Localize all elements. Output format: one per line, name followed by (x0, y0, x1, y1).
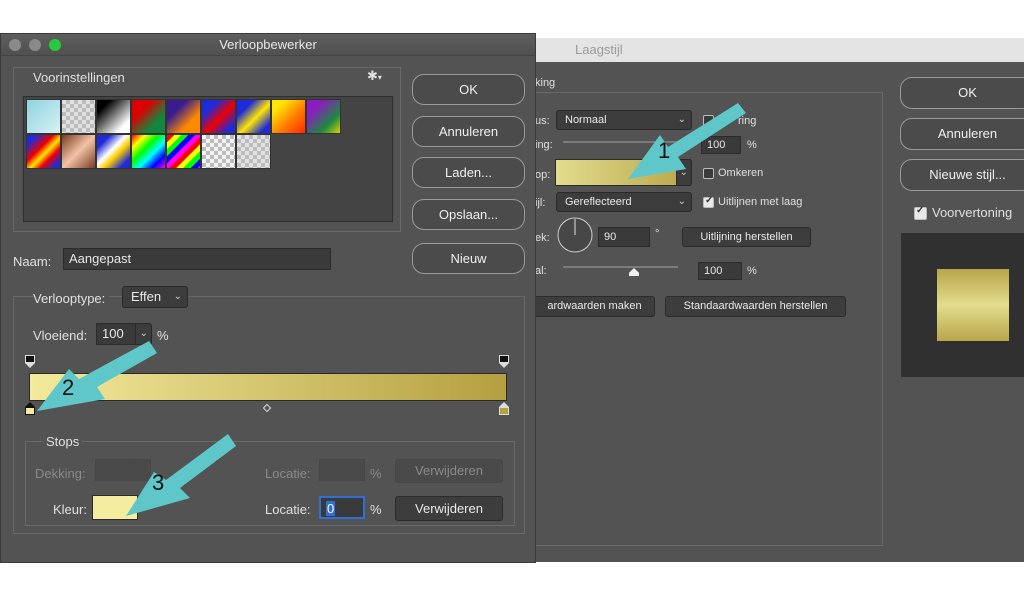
locatie-percent: % (370, 502, 382, 517)
preset-swatch[interactable] (26, 134, 61, 169)
hoek-label: ek: (535, 232, 550, 244)
locatie-field[interactable]: 0 (319, 496, 365, 519)
verlooptype-value: Effen (131, 289, 162, 304)
preset-swatch[interactable] (271, 99, 306, 134)
naam-field[interactable]: Aangepast (63, 248, 331, 270)
schaal-label: al: (535, 265, 547, 277)
preset-swatch[interactable] (96, 99, 131, 134)
close-icon[interactable] (9, 39, 21, 51)
laagstijl-ok-button[interactable]: OK (900, 77, 1024, 109)
preset-swatch[interactable] (131, 99, 166, 134)
preset-swatch[interactable] (201, 134, 236, 169)
annotation-arrow-3 (126, 434, 236, 516)
annotation-number-2: 2 (62, 375, 75, 400)
uitlijnen-checkbox[interactable] (703, 195, 714, 208)
schaal-field[interactable]: 100 (698, 262, 742, 280)
laagstijl-titlebar: Laagstijl (535, 38, 1024, 62)
locatie-percent-top: % (370, 466, 382, 481)
window-title: Verloopbewerker (219, 37, 317, 52)
opslaan-button[interactable]: Opslaan... (412, 199, 525, 230)
chevron-down-icon: ⌄ (173, 291, 182, 302)
preset-swatch[interactable] (201, 99, 236, 134)
preset-grid (23, 96, 393, 222)
locatie-label: Locatie: (265, 502, 311, 517)
annotation-number-3: 3 (152, 470, 165, 495)
color-stop-right[interactable] (499, 402, 509, 415)
verwijderen-button-top[interactable]: Verwijderen (395, 459, 503, 483)
zoom-icon[interactable] (49, 39, 61, 51)
annotation-arrow-2 (37, 341, 157, 411)
preset-swatch[interactable] (236, 134, 271, 169)
preset-swatch[interactable] (236, 99, 271, 134)
verloop-titlebar: Verloopbewerker (1, 34, 535, 56)
stops-label: Stops (43, 434, 83, 449)
preset-swatch[interactable] (96, 134, 131, 169)
gear-icon[interactable]: ✱▾ (367, 68, 382, 84)
verlooptype-dropdown[interactable]: Effen ⌄ (122, 286, 188, 308)
preset-swatch[interactable] (166, 99, 201, 134)
presets-label: Voorinstellingen (33, 70, 125, 85)
locatie-field-top[interactable] (319, 459, 365, 481)
preview-swatch (937, 269, 1009, 341)
laden-button[interactable]: Laden... (412, 157, 525, 188)
group-label: king (535, 77, 556, 89)
annotation-number-1: 1 (658, 138, 671, 163)
verloopbewerker-window: Verloopbewerker Voorinstellingen ✱▾ OK A… (0, 33, 536, 563)
stijl-dropdown[interactable]: Gereflecteerd ⌄ (556, 192, 692, 212)
kleur-label: Kleur: (53, 502, 87, 517)
locatie-value: 0 (326, 501, 336, 516)
ok-button[interactable]: OK (412, 74, 525, 105)
standaardwaarden-maken-button[interactable]: ardwaarden maken (535, 296, 655, 317)
verlooptype-label: Verlooptype: (33, 291, 110, 306)
nieuw-button[interactable]: Nieuw (412, 243, 525, 274)
voorvertoning-checkbox[interactable] (914, 205, 927, 220)
voorvertoning-label: Voorvertoning (932, 205, 1013, 220)
stijl-value: Gereflecteerd (565, 196, 632, 208)
preview-area (901, 233, 1024, 377)
naam-label: Naam: (13, 254, 52, 269)
schaal-percent: % (747, 265, 757, 277)
verloop-label: op: (535, 169, 551, 181)
angle-dial[interactable] (556, 216, 594, 254)
hoek-field[interactable]: 90 (598, 227, 650, 247)
preset-swatch[interactable] (166, 134, 201, 169)
laagstijl-annuleren-button[interactable]: Annuleren (900, 118, 1024, 150)
minimize-icon[interactable] (29, 39, 41, 51)
annuleren-button[interactable]: Annuleren (412, 116, 525, 147)
preset-swatch[interactable] (61, 99, 96, 134)
uitlijning-herstellen-button[interactable]: Uitlijning herstellen (682, 227, 811, 247)
dekking-label: ing: (535, 139, 553, 151)
preset-swatch[interactable] (306, 99, 341, 134)
nieuwe-stijl-button[interactable]: Nieuwe stijl... (900, 159, 1024, 191)
schaal-slider[interactable] (563, 266, 678, 268)
modus-label: us: (535, 115, 550, 127)
degree-symbol: ° (655, 228, 660, 240)
stijl-label: ijl: (535, 197, 546, 209)
dekking-label: Dekking: (35, 466, 86, 481)
standaardwaarden-herstellen-button[interactable]: Standaardwaarden herstellen (665, 296, 846, 317)
verwijderen-button[interactable]: Verwijderen (395, 496, 503, 521)
opacity-stop-right[interactable] (499, 355, 509, 368)
uitlijnen-label: Uitlijnen met laag (718, 196, 803, 208)
chevron-down-icon: ⌄ (677, 196, 686, 207)
preset-swatch[interactable] (61, 134, 96, 169)
preset-swatch[interactable] (26, 99, 61, 134)
locatie-label-top: Locatie: (265, 466, 311, 481)
preset-swatch[interactable] (131, 134, 166, 169)
